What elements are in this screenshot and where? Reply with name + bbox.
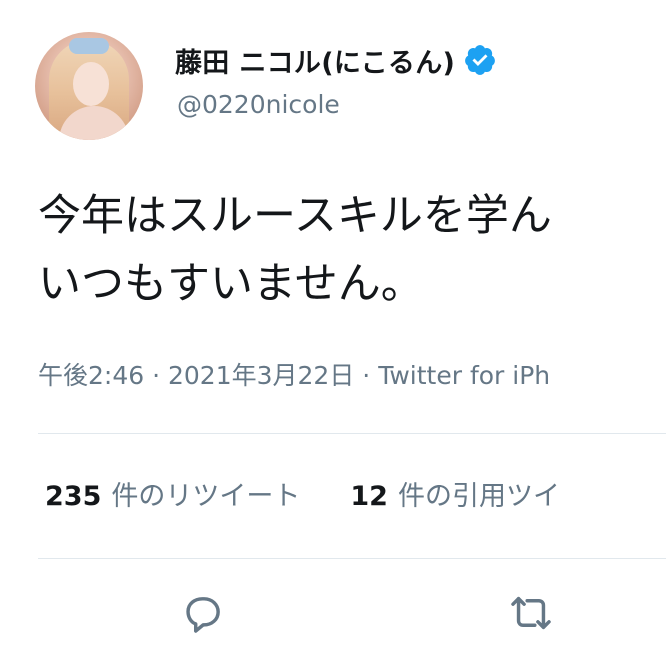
tweet-text-line: いつもすいません。 bbox=[38, 259, 424, 309]
retweet-icon[interactable] bbox=[508, 590, 554, 636]
tweet-date[interactable]: 2021年3月22日 bbox=[168, 361, 354, 390]
quotes-stat[interactable]: 12 件の引用ツイ bbox=[350, 474, 560, 513]
meta-separator: · bbox=[152, 361, 168, 390]
tweet-text-line: 今年はスルースキルを学ん bbox=[38, 191, 552, 241]
verified-badge-icon bbox=[465, 45, 496, 75]
divider bbox=[38, 433, 666, 434]
tweet-actions bbox=[0, 580, 666, 650]
display-name[interactable]: 藤田 ニコル(にこるん) bbox=[175, 41, 455, 80]
retweets-label: 件のリツイート bbox=[111, 481, 301, 512]
tweet-text: 今年はスルースキルを学ん いつもすいません。 bbox=[38, 182, 552, 318]
retweets-count: 235 bbox=[45, 481, 102, 512]
quotes-count: 12 bbox=[350, 481, 388, 512]
tweet-meta: 午後2:46 · 2021年3月22日 · Twitter for iPh bbox=[38, 356, 550, 392]
divider bbox=[38, 558, 666, 559]
tweet-stats: 235 件のリツイート 12 件の引用ツイ bbox=[45, 474, 560, 513]
tweet-time[interactable]: 午後2:46 bbox=[38, 361, 144, 390]
reply-icon[interactable] bbox=[180, 590, 226, 636]
tweet-source[interactable]: Twitter for iPh bbox=[378, 361, 550, 390]
tweet-card: 藤田 ニコル(にこるん) @0220nicole 今年はスルースキルを学ん いつ… bbox=[0, 0, 666, 666]
handle[interactable]: @0220nicole bbox=[177, 90, 340, 119]
avatar[interactable] bbox=[35, 32, 143, 140]
author-name-row: 藤田 ニコル(にこるん) bbox=[175, 40, 497, 80]
meta-separator: · bbox=[362, 361, 379, 390]
quotes-label: 件の引用ツイ bbox=[397, 481, 560, 512]
avatar-face bbox=[73, 62, 109, 106]
avatar-bow bbox=[69, 38, 109, 54]
retweets-stat[interactable]: 235 件のリツイート bbox=[45, 474, 300, 513]
